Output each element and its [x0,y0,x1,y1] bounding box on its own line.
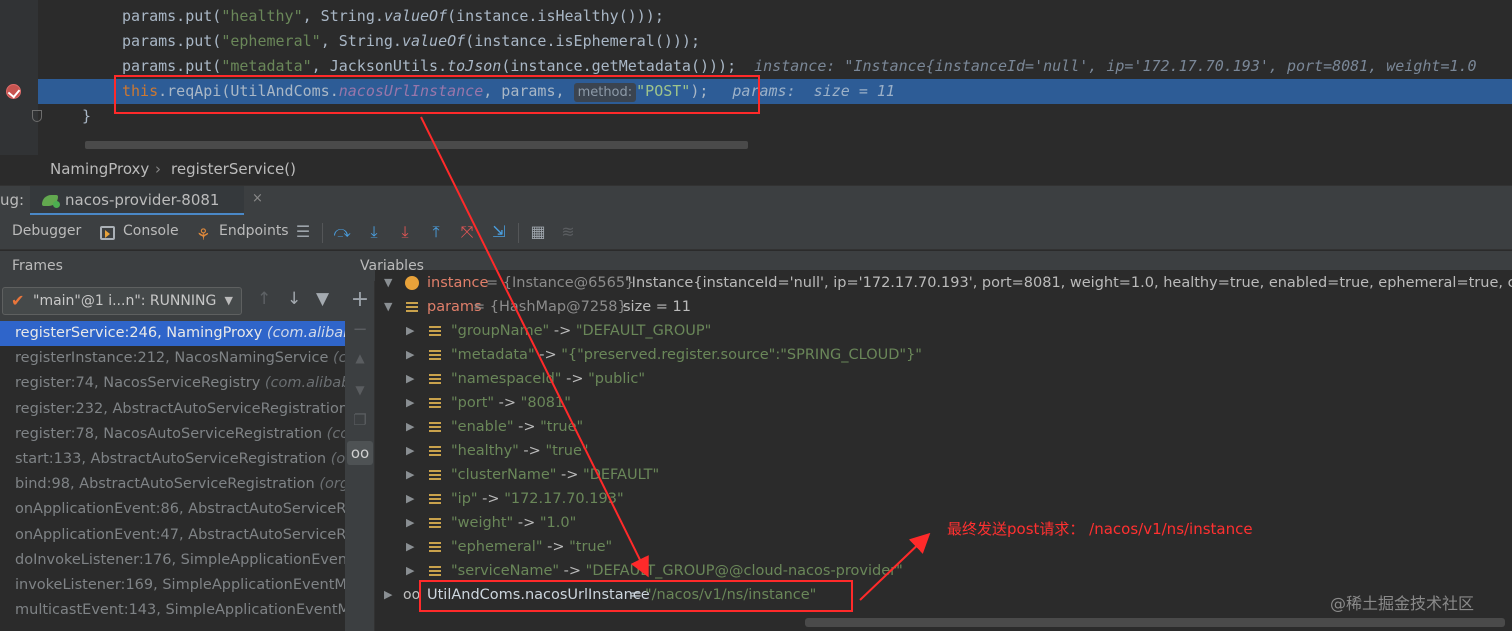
entry-icon [429,542,441,553]
entry-icon [429,374,441,385]
frame-item[interactable]: onApplicationEvent:47, AbstractAutoServi… [0,523,345,548]
move-down-icon[interactable]: ▼ [350,383,370,397]
code-line: params.put("healthy", String.valueOf(ins… [122,7,664,25]
variables-horizontal-scrollbar[interactable] [375,615,1512,631]
highlight-box-watch [419,580,853,612]
step-over-icon[interactable]: ⤓ [364,222,384,242]
run-config-name: nacos-provider-8081 [65,191,220,209]
variables-tree: ▼ instance = {Instance@6565} "Instance{i… [375,270,1512,631]
run-to-cursor-icon[interactable]: ⇲ [489,222,509,242]
chevron-right-icon[interactable]: ▶ [406,367,414,391]
thread-bar: ✔ "main"@1 i...n": RUNNING ▼ ↑ ↓ ▼ [0,281,345,321]
toolbar-separator [322,223,323,243]
breadcrumb: NamingProxy › registerService() [0,155,1512,185]
frame-item[interactable]: registerService:246, NamingProxy (com.al… [0,321,345,347]
frame-item[interactable]: start:133, AbstractAutoServiceRegistrati… [0,447,345,472]
frame-item[interactable]: multicastEvent:143, SimpleApplicationEve… [0,598,345,623]
frame-item[interactable]: registerInstance:212, NacosNamingService… [0,346,345,371]
chevron-right-icon[interactable]: ▶ [406,439,414,463]
chevron-down-icon[interactable]: ▼ [384,271,392,295]
debug-tool-window-header: ug: nacos-provider-8081 × [0,185,1512,216]
entry-icon [429,326,441,337]
debugger-toolbar: Debugger Console ⚘ Endpoints ☰ ⤼ ⤓ ⤓ ⤒ ⤧… [0,215,1512,250]
debug-label: ug: [0,191,25,209]
field-icon [405,276,419,290]
step-out-icon[interactable]: ⤒ [426,222,446,242]
next-frame-icon[interactable]: ↓ [287,289,301,309]
frame-item[interactable]: onApplicationEvent:86, AbstractAutoServi… [0,497,345,522]
scrollbar-thumb[interactable] [805,618,1505,627]
previous-frame-icon[interactable]: ↑ [257,289,271,309]
chevron-right-icon[interactable]: ▶ [406,535,414,559]
duplicate-icon[interactable]: ❐ [350,411,370,429]
entry-icon [429,446,441,457]
chevron-right-icon[interactable]: ▶ [406,511,414,535]
endpoints-icon: ⚘ [196,225,211,244]
frame-item[interactable]: bind:98, AbstractAutoServiceRegistration… [0,472,345,497]
chevron-right-icon[interactable]: ▶ [406,319,414,343]
watermark: @稀土掘金技术社区 [1330,594,1475,613]
run-config-tab[interactable]: nacos-provider-8081 × [30,186,263,216]
drop-frame-icon[interactable]: ⤧ [457,222,477,242]
breadcrumb-class[interactable]: NamingProxy [50,155,149,183]
code-line: params.put("ephemeral", String.valueOf(i… [122,32,700,50]
chevron-right-icon[interactable]: ▶ [406,415,414,439]
console-icon [100,226,115,240]
chevron-right-icon[interactable]: ▶ [406,559,414,583]
close-tab-icon[interactable]: × [252,191,263,206]
entry-icon [429,566,441,577]
thread-selector-value: "main"@1 i...n": RUNNING [33,293,217,309]
frames-list: registerService:246, NamingProxy (com.al… [0,321,345,631]
frame-item[interactable]: doInvokeListener:176, SimpleApplicationE… [0,548,345,573]
move-up-icon[interactable]: ▲ [350,351,370,365]
spring-boot-icon [42,195,60,208]
frame-item[interactable]: register:74, NacosServiceRegistry (com.a… [0,371,345,396]
add-watch-icon[interactable]: + [350,287,370,312]
tab-console[interactable]: Console [123,223,179,239]
variables-side-toolbar: + − ▲ ▼ ❐ oo [345,281,375,631]
entry-icon [429,470,441,481]
entry-icon [429,494,441,505]
show-execution-point-icon[interactable]: ⤼ [332,222,352,242]
frame-item[interactable]: register:232, AbstractAutoServiceRegistr… [0,397,345,422]
force-step-into-icon[interactable]: ⤓ [395,222,415,242]
breadcrumb-method[interactable]: registerService() [171,155,296,183]
thread-selector[interactable]: ✔ "main"@1 i...n": RUNNING ▼ [2,287,242,315]
tab-endpoints[interactable]: Endpoints [219,223,289,239]
layout-menu-icon[interactable]: ☰ [293,222,313,242]
annotation-text: 最终发送post请求： /nacos/v1/ns/instance [947,520,1253,538]
entry-icon [429,518,441,529]
chevron-right-icon[interactable]: ▶ [406,391,414,415]
thread-check-icon: ✔ [11,291,25,310]
watch-icon: oo [403,587,421,603]
inline-value-hint: instance: "Instance{instanceId='null', i… [754,57,1477,75]
evaluate-expression-icon[interactable]: ▦ [528,222,548,242]
remove-watch-icon[interactable]: − [350,319,370,340]
entry-icon [429,422,441,433]
chevron-right-icon[interactable]: ▶ [406,343,414,367]
trace-current-stream-icon[interactable]: ≋ [558,222,578,242]
chevron-down-icon[interactable]: ▼ [384,295,392,319]
breakpoint-icon[interactable] [6,84,21,99]
param-icon [406,302,418,313]
chevron-down-icon: ▼ [224,294,233,307]
chevron-right-icon[interactable]: ▶ [384,583,392,607]
toolbar-separator [518,223,519,243]
entry-icon [429,398,441,409]
frame-item[interactable]: register:78, NacosAutoServiceRegistratio… [0,422,345,447]
chevron-right-icon[interactable]: ▶ [406,463,414,487]
frames-panel-header: Frames [0,251,345,281]
tab-debugger[interactable]: Debugger [12,223,81,239]
entry-icon [429,350,441,361]
editor-gutter[interactable] [0,0,42,155]
editor-horizontal-scrollbar[interactable] [85,141,748,149]
chevron-right-icon[interactable]: ▶ [406,487,414,511]
glasses-icon[interactable]: oo [347,441,373,465]
frame-item[interactable]: invokeListener:169, SimpleApplicationEve… [0,573,345,598]
breadcrumb-separator: › [155,160,161,178]
filter-icon[interactable]: ▼ [316,289,329,309]
highlight-box-reqapi [114,75,760,114]
